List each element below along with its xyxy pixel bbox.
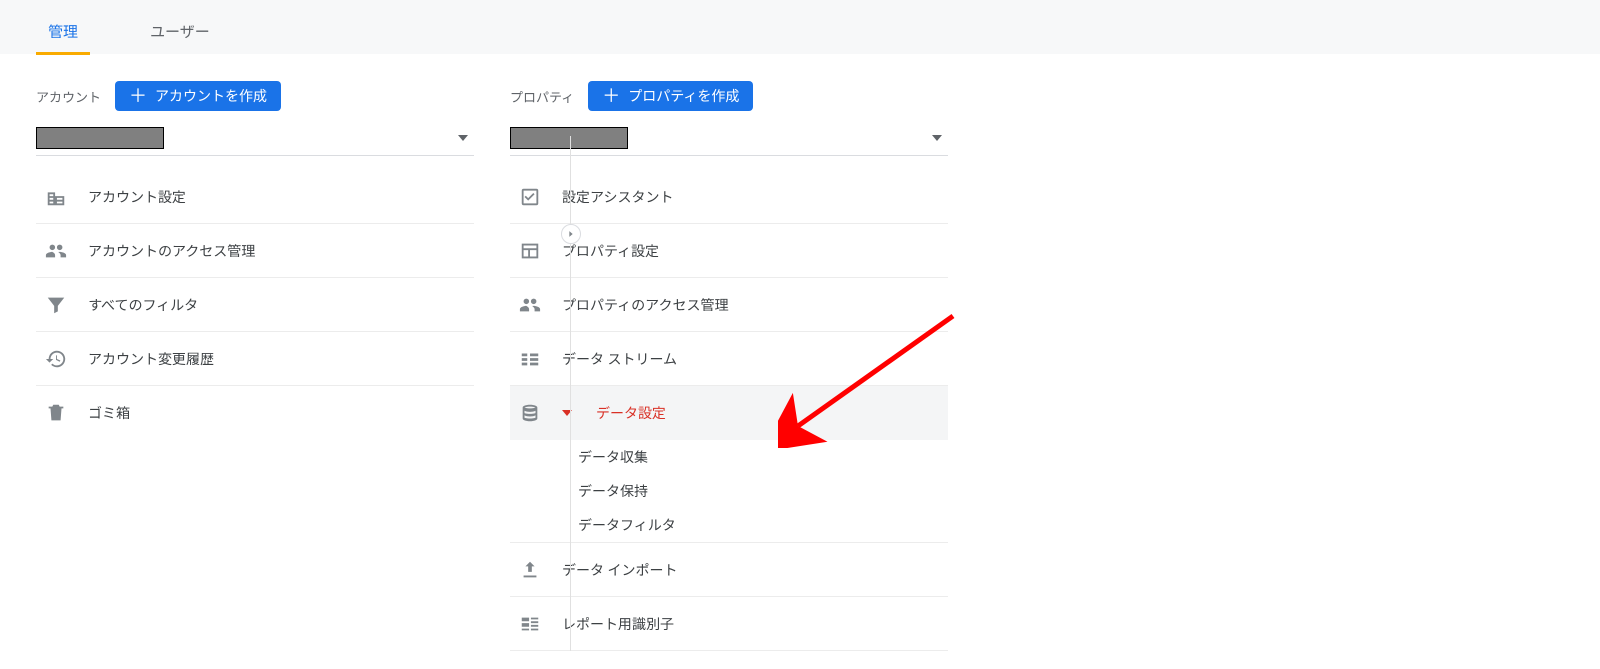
create-account-label: アカウントを作成: [155, 86, 267, 106]
history-icon: [44, 347, 68, 371]
people-icon: [518, 293, 542, 317]
sub-item[interactable]: データフィルタ: [510, 508, 948, 542]
tab-user[interactable]: ユーザー: [138, 7, 222, 54]
menu-item-label: アカウントのアクセス管理: [88, 241, 255, 261]
building-icon: [44, 185, 68, 209]
trash-icon: [44, 401, 68, 425]
menu-item-people[interactable]: アカウントのアクセス管理: [36, 224, 474, 278]
property-column: プロパティ ＋ プロパティを作成 設定アシスタント プロパティ設定 プロパティの…: [510, 82, 948, 651]
account-selector[interactable]: [36, 120, 474, 156]
database-icon: [518, 401, 542, 425]
checkbox-icon: [518, 185, 542, 209]
menu-item-label: すべてのフィルタ: [88, 295, 198, 315]
idtag-icon: [518, 612, 542, 636]
create-account-button[interactable]: ＋ アカウントを作成: [115, 81, 281, 111]
menu-item-building[interactable]: アカウント設定: [36, 170, 474, 224]
menu-item-trash[interactable]: ゴミ箱: [36, 386, 474, 440]
menu-item-label: プロパティのアクセス管理: [562, 295, 728, 315]
create-property-label: プロパティを作成: [628, 86, 739, 106]
expand-column-button[interactable]: [561, 224, 581, 244]
tab-admin[interactable]: 管理: [36, 7, 90, 54]
menu-item-history[interactable]: アカウント変更履歴: [36, 332, 474, 386]
menu-item-label: レポート用識別子: [562, 614, 674, 634]
menu-item-data-settings[interactable]: データ設定: [510, 386, 948, 440]
menu-item-label: ゴミ箱: [88, 403, 130, 423]
chevron-down-icon: [458, 135, 468, 141]
menu-item-label: データ ストリーム: [562, 349, 677, 369]
layout-icon: [518, 239, 542, 263]
people-icon: [44, 239, 68, 263]
admin-tabbar: 管理 ユーザー: [0, 0, 1600, 54]
menu-item-checkbox[interactable]: 設定アシスタント: [510, 170, 948, 224]
property-name-redacted: [510, 127, 628, 149]
menu-item-streams[interactable]: データ ストリーム: [510, 332, 948, 386]
account-column: アカウント ＋ アカウントを作成 アカウント設定 アカウントのアクセス管理 すべ…: [36, 82, 474, 651]
create-property-button[interactable]: ＋ プロパティを作成: [588, 81, 753, 111]
menu-item-idtag[interactable]: レポート用識別子: [510, 597, 948, 651]
sub-item[interactable]: データ保持: [510, 474, 948, 508]
column-divider: [570, 136, 571, 651]
menu-item-label: 設定アシスタント: [562, 187, 673, 207]
menu-item-label: アカウント変更履歴: [88, 349, 214, 369]
chevron-down-icon: [932, 135, 942, 141]
menu-item-funnel[interactable]: すべてのフィルタ: [36, 278, 474, 332]
account-name-redacted: [36, 127, 164, 149]
menu-item-label: データ インポート: [562, 560, 677, 580]
menu-item-label: データ設定: [596, 403, 666, 423]
menu-item-label: プロパティ設定: [562, 241, 659, 261]
menu-item-label: アカウント設定: [88, 187, 186, 207]
menu-item-people[interactable]: プロパティのアクセス管理: [510, 278, 948, 332]
streams-icon: [518, 347, 542, 371]
property-column-title: プロパティ: [510, 87, 574, 106]
funnel-icon: [44, 293, 68, 317]
property-selector[interactable]: [510, 120, 948, 156]
account-column-title: アカウント: [36, 87, 101, 106]
upload-icon: [518, 558, 542, 582]
menu-item-upload[interactable]: データ インポート: [510, 543, 948, 597]
data-settings-sublist: データ収集データ保持データフィルタ: [510, 440, 948, 543]
sub-item[interactable]: データ収集: [510, 440, 948, 474]
